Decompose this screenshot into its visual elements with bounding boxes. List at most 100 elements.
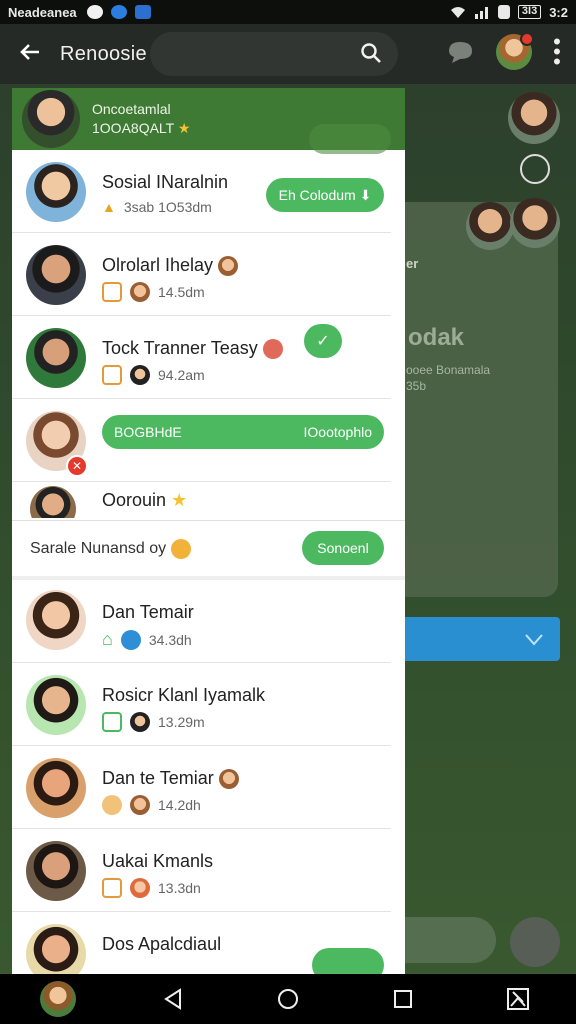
mini-avatar-icon	[130, 282, 150, 302]
contact-name: Dan te Temiar	[102, 768, 239, 790]
header-text: Oncoetamlal 1OOA8QALT ★	[92, 100, 190, 138]
contact-row[interactable]: Dan Temair ⌂ 34.3dh	[12, 580, 391, 663]
contact-action-button[interactable]	[312, 948, 384, 974]
contact-meta: ⌂ 34.3dh	[102, 629, 192, 650]
contact-avatar	[26, 841, 86, 901]
contact-avatar	[26, 924, 86, 974]
check-button[interactable]: ✓	[304, 324, 342, 358]
contact-name-text: Oorouin	[102, 490, 167, 510]
star-icon: ★	[177, 120, 191, 136]
navigation-bar	[0, 974, 576, 1024]
header-line-1: Oncoetamlal	[92, 101, 171, 117]
contact-meta: 13.29m	[102, 712, 205, 732]
screen: Neadeanea 3I3 3:2 Renoosie • • • er odak…	[0, 0, 576, 1024]
contact-action-right: IOootophlo	[303, 424, 373, 440]
header-avatar	[22, 90, 80, 148]
background-subtitle: ooee Bonamala 35b	[406, 363, 491, 393]
emoji-icon	[218, 769, 239, 790]
contact-name: Oorouin ★	[102, 490, 187, 511]
contact-action-button[interactable]: Eh Colodum ⬇	[266, 178, 384, 212]
screenshot-icon[interactable]	[498, 979, 538, 1019]
battery-icon: 3I3	[517, 5, 542, 19]
contact-row[interactable]: Dos Apalcdiaul	[12, 912, 391, 974]
back-arrow-icon[interactable]	[0, 39, 60, 70]
contact-name: Dan Temair	[102, 602, 194, 622]
contact-action-bar[interactable]: BOGBHdE IOootophlo	[102, 415, 384, 449]
background-compose-field	[404, 917, 496, 963]
contact-meta-text: 34.3dh	[148, 631, 192, 648]
contact-row[interactable]: Oorouin ★	[12, 482, 391, 518]
background-message-bubble	[404, 202, 558, 597]
emoji-icon	[170, 539, 191, 559]
app-icon	[102, 878, 122, 898]
background-title: odak	[408, 324, 465, 351]
mini-avatar-icon	[130, 712, 150, 732]
background-side-label: er	[406, 256, 419, 271]
panel-header: Oncoetamlal 1OOA8QALT ★	[12, 88, 405, 154]
mini-avatar-icon	[130, 878, 150, 898]
app-avatar-icon[interactable]	[38, 979, 78, 1019]
contact-avatar	[26, 675, 86, 735]
contact-name: Olrolarl Ihelay	[102, 255, 239, 277]
profile-avatar[interactable]	[496, 32, 534, 70]
sim-icon	[497, 5, 510, 19]
contact-row[interactable]: Rosicr Klanl Iyamalk 13.29m	[12, 663, 391, 746]
mini-avatar-icon	[130, 365, 150, 385]
download-icon: ⬇	[359, 186, 372, 203]
messenger-notification-icon	[110, 5, 127, 19]
contact-name-text: Dan te Temiar	[102, 768, 214, 788]
contact-action-label: Eh Colodum	[278, 187, 356, 203]
contact-row[interactable]: Uakai Kmanls 13.3dn	[12, 829, 391, 912]
contact-row[interactable]: Sosial INaralnin ▲ 3sab 1O53dm Eh Colodu…	[12, 150, 391, 233]
contact-row[interactable]: Dan te Temiar 14.2dh	[12, 746, 391, 829]
contact-name-text: Tock Tranner Teasy	[102, 338, 258, 358]
contact-row[interactable]: ✕ BOGBHdE IOootophlo	[12, 399, 391, 482]
contact-meta-text: 3sab 1O53dm	[123, 199, 212, 215]
contact-row[interactable]: Tock Tranner Teasy 94.2am ✓	[12, 316, 391, 399]
contact-meta: 14.2dh	[102, 795, 201, 815]
contact-meta-text: 13.3dn	[158, 880, 201, 896]
app-icon	[102, 282, 122, 302]
background-avatar	[508, 92, 560, 144]
status-bar: Neadeanea 3I3 3:2	[0, 0, 576, 24]
heart-icon[interactable]	[520, 154, 550, 184]
app-bar: Renoosie • • •	[0, 24, 576, 84]
contact-meta-text: 14.5dm	[158, 284, 205, 300]
close-badge-icon[interactable]: ✕	[66, 455, 88, 477]
emoji-icon	[262, 339, 283, 360]
background-action-button[interactable]	[510, 917, 560, 967]
app-notification-icon	[86, 5, 103, 19]
chevron-down-icon	[525, 634, 543, 646]
recents-nav-icon[interactable]	[383, 979, 423, 1019]
suggested-label-text: Sarale Nunansd oy	[30, 540, 167, 558]
wifi-icon	[450, 7, 465, 18]
contact-name: Dos Apalcdiaul	[102, 934, 222, 954]
contacts-panel: Oncoetamlal 1OOA8QALT ★ Sosial INaralnin…	[12, 88, 405, 974]
contact-row[interactable]: Olrolarl Ihelay 14.5dm	[12, 233, 391, 316]
background-chat: er odak ooee Bonamala 35b	[404, 84, 576, 974]
contact-name-text: Olrolarl Ihelay	[102, 255, 214, 275]
home-nav-icon[interactable]	[268, 979, 308, 1019]
suggested-action-button[interactable]: Sonoenl	[302, 531, 384, 565]
carrier-label: Neadeanea	[8, 4, 77, 20]
contact-avatar	[30, 486, 76, 518]
mini-avatar-icon	[130, 795, 150, 815]
shield-notification-icon	[134, 5, 151, 19]
contact-avatar	[26, 758, 86, 818]
contact-name: Uakai Kmanls	[102, 851, 214, 871]
contact-avatar	[26, 162, 86, 222]
clock: 3:2	[549, 4, 568, 20]
contact-meta-text: 94.2am	[158, 367, 205, 383]
chat-bubble-icon[interactable]	[446, 39, 476, 65]
header-line-2: 1OOA8QALT	[92, 120, 174, 136]
contact-avatar	[26, 245, 86, 305]
background-blue-bar	[404, 617, 560, 661]
suggested-label: Sarale Nunansd oy	[30, 539, 191, 559]
more-options-icon[interactable]: • • •	[552, 31, 562, 73]
back-nav-icon[interactable]	[153, 979, 193, 1019]
contact-meta: 94.2am	[102, 365, 205, 385]
app-icon	[102, 365, 122, 385]
suggested-bar[interactable]: Sarale Nunansd oy Sonoenl	[12, 520, 405, 576]
search-icon[interactable]	[360, 42, 382, 64]
mini-avatar-icon	[120, 629, 141, 650]
